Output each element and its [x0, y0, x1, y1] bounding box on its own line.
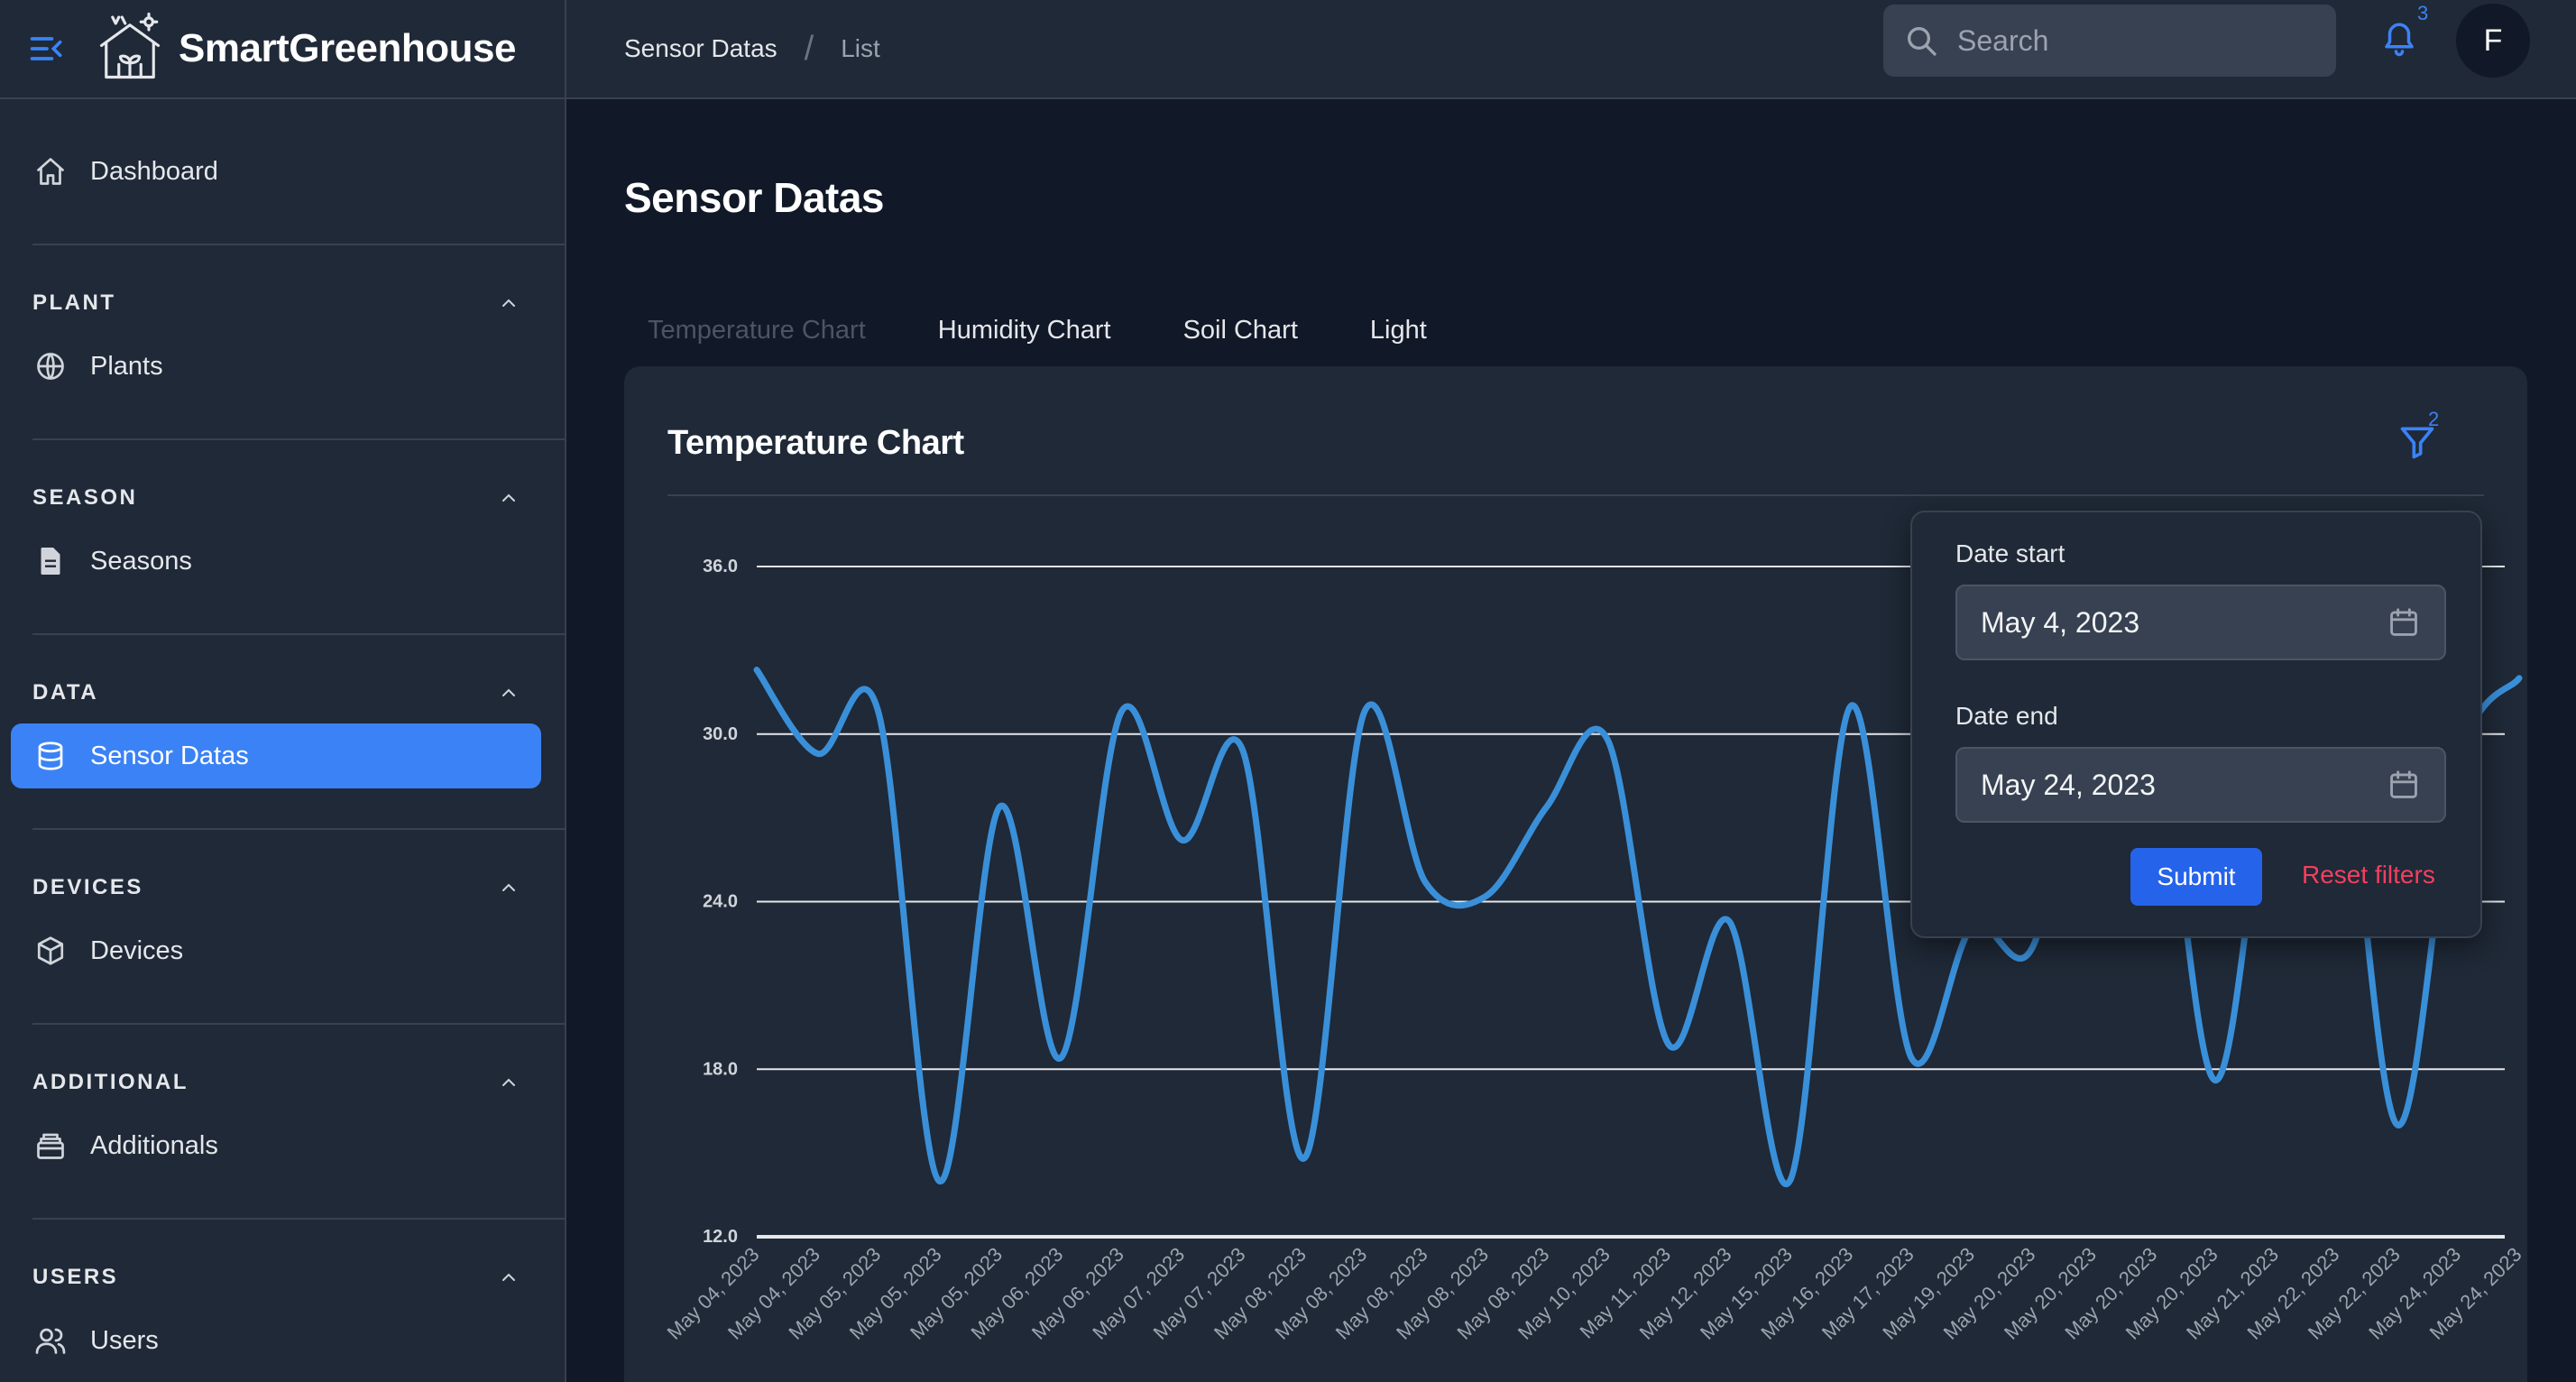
chevron-up-icon[interactable]	[498, 292, 520, 314]
sidebar-item-plants[interactable]: Plants	[11, 334, 541, 399]
date-end-value: May 24, 2023	[1981, 768, 2156, 801]
archive-icon	[34, 1129, 67, 1162]
database-icon	[34, 740, 67, 772]
date-end-label: Date end	[1955, 702, 2058, 730]
home-icon	[34, 155, 67, 188]
date-start-field[interactable]: May 4, 2023	[1955, 585, 2446, 660]
tab-soil-chart[interactable]: Soil Chart	[1183, 316, 1298, 346]
avatar[interactable]: F	[2456, 4, 2530, 78]
chevron-up-icon[interactable]	[498, 1072, 520, 1093]
nav-top: Dashboard	[0, 99, 565, 204]
search-box	[1883, 5, 2336, 77]
tab-temperature-chart[interactable]: Temperature Chart	[648, 316, 866, 346]
sidebar-item-dashboard[interactable]: Dashboard	[11, 139, 541, 204]
sidebar-item-label: Plants	[90, 351, 163, 381]
breadcrumb: Sensor Datas / List	[566, 30, 880, 69]
tab-light[interactable]: Light	[1370, 316, 1427, 346]
tab-humidity-chart[interactable]: Humidity Chart	[938, 316, 1111, 346]
users-icon	[34, 1324, 67, 1357]
y-tick-label: 24.0	[703, 892, 738, 912]
chevron-up-icon[interactable]	[498, 1267, 520, 1288]
sidebar-section-season: SEASON Seasons	[0, 440, 565, 594]
y-tick-label: 18.0	[703, 1059, 738, 1079]
date-start-label: Date start	[1955, 539, 2065, 567]
brand: SmartGreenhouse	[0, 0, 565, 99]
menu-collapse-icon[interactable]	[27, 29, 67, 69]
breadcrumb-item-list: List	[841, 34, 880, 62]
sidebar-section-users: USERS Users	[0, 1220, 565, 1373]
sidebar-item-sensor-datas[interactable]: Sensor Datas	[11, 723, 541, 788]
section-header[interactable]: PLANT	[0, 285, 565, 321]
notification-bell-icon[interactable]	[2380, 20, 2418, 58]
sidebar-item-label: Devices	[90, 935, 184, 965]
section-title: USERS	[32, 1265, 119, 1289]
section-title: ADDITIONAL	[32, 1070, 189, 1094]
section-header[interactable]: DEVICES	[0, 870, 565, 906]
brand-name: SmartGreenhouse	[179, 26, 516, 70]
sidebar-section-data: DATA Sensor Datas	[0, 635, 565, 788]
sidebar-item-additionals[interactable]: Additionals	[11, 1113, 541, 1178]
section-header[interactable]: SEASON	[0, 480, 565, 516]
y-tick-label: 12.0	[703, 1227, 738, 1247]
search-icon	[1903, 23, 1939, 59]
app-root: SmartGreenhouse Dashboard PLANT Plants SEA…	[0, 0, 2576, 1382]
notification-count-badge: 3	[2417, 2, 2429, 24]
breadcrumb-separator: /	[804, 29, 814, 68]
chevron-up-icon[interactable]	[498, 487, 520, 509]
main-content: Sensor Datas Temperature Chart Humidity …	[566, 101, 2576, 1382]
chart-tabs: Temperature Chart Humidity Chart Soil Ch…	[648, 316, 1499, 346]
page-title: Sensor Datas	[624, 174, 885, 221]
section-title: PLANT	[32, 290, 116, 315]
chevron-up-icon[interactable]	[498, 682, 520, 704]
filter-popover: Date start May 4, 2023 Date end May 24, …	[1910, 511, 2482, 938]
section-header[interactable]: DATA	[0, 675, 565, 711]
sidebar-item-label: Dashboard	[90, 156, 218, 186]
greenhouse-logo-icon	[92, 11, 168, 87]
top-header: Sensor Datas / List 3 F	[566, 0, 2576, 99]
sidebar-item-label: Additionals	[90, 1130, 218, 1160]
sidebar-section-devices: DEVICES Devices	[0, 830, 565, 983]
globe-icon	[34, 350, 67, 382]
breadcrumb-item-sensor-datas[interactable]: Sensor Datas	[624, 34, 777, 63]
section-header[interactable]: USERS	[0, 1259, 565, 1295]
sidebar-item-label: Users	[90, 1325, 159, 1355]
sidebar-item-seasons[interactable]: Seasons	[11, 529, 541, 594]
calendar-icon[interactable]	[2387, 768, 2421, 802]
calendar-icon[interactable]	[2387, 605, 2421, 640]
reset-filters-button[interactable]: Reset filters	[2302, 861, 2435, 889]
section-title: DEVICES	[32, 875, 143, 899]
y-tick-label: 30.0	[703, 724, 738, 744]
sidebar-item-devices[interactable]: Devices	[11, 918, 541, 983]
sidebar-section-plant: PLANT Plants	[0, 245, 565, 399]
submit-button[interactable]: Submit	[2130, 848, 2262, 906]
sidebar: SmartGreenhouse Dashboard PLANT Plants SEA…	[0, 0, 566, 1382]
chevron-up-icon[interactable]	[498, 877, 520, 898]
section-title: DATA	[32, 680, 99, 705]
section-header[interactable]: ADDITIONAL	[0, 1064, 565, 1101]
y-tick-label: 36.0	[703, 557, 738, 576]
sidebar-item-label: Sensor Datas	[90, 741, 249, 770]
search-input[interactable]	[1957, 23, 2300, 58]
sidebar-section-additional: ADDITIONAL Additionals	[0, 1025, 565, 1178]
date-end-field[interactable]: May 24, 2023	[1955, 747, 2446, 823]
document-icon	[34, 545, 67, 577]
cube-icon	[34, 935, 67, 967]
date-start-value: May 4, 2023	[1981, 605, 2140, 639]
sidebar-item-users[interactable]: Users	[11, 1308, 541, 1373]
sidebar-item-label: Seasons	[90, 546, 192, 576]
chart-card: Temperature Chart 2 12.0 18.0 24.0 30.0 36.0…	[624, 366, 2527, 1382]
section-title: SEASON	[32, 485, 138, 510]
